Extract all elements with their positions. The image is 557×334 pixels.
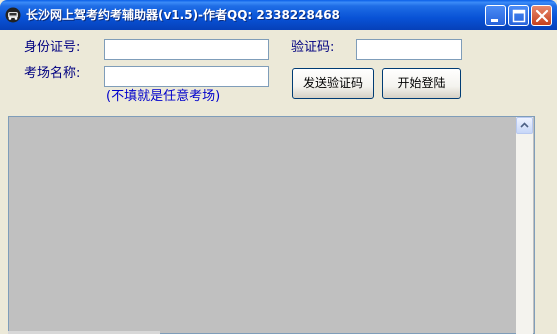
log-vertical-scrollbar[interactable]: [516, 117, 533, 334]
close-button[interactable]: [531, 5, 552, 26]
start-login-button[interactable]: 开始登陆: [382, 68, 461, 99]
car-icon: [5, 7, 21, 23]
maximize-icon: [512, 9, 526, 23]
close-icon: [535, 9, 549, 23]
verification-code-input[interactable]: [356, 39, 462, 60]
verification-code-label: 验证码:: [291, 40, 335, 55]
send-code-button[interactable]: 发送验证码: [292, 68, 374, 99]
log-output[interactable]: [8, 116, 535, 334]
id-number-label: 身份证号:: [24, 40, 81, 55]
app-window: 长沙网上驾考约考辅助器(v1.5)-作者QQ: 2338228468 身份证号:…: [0, 0, 557, 334]
title-bar[interactable]: 长沙网上驾考约考辅助器(v1.5)-作者QQ: 2338228468: [0, 0, 557, 30]
maximize-button[interactable]: [508, 5, 529, 26]
venue-name-label: 考场名称:: [24, 66, 81, 81]
venue-hint: (不填就是任意考场): [106, 89, 221, 104]
scroll-up-button[interactable]: [516, 117, 533, 134]
minimize-button[interactable]: [485, 5, 506, 26]
window-title: 长沙网上驾考约考辅助器(v1.5)-作者QQ: 2338228468: [26, 8, 340, 22]
minimize-icon: [491, 19, 498, 22]
scroll-up-arrow-icon: [520, 122, 529, 128]
venue-name-input[interactable]: [104, 66, 269, 87]
id-number-input[interactable]: [104, 39, 269, 60]
